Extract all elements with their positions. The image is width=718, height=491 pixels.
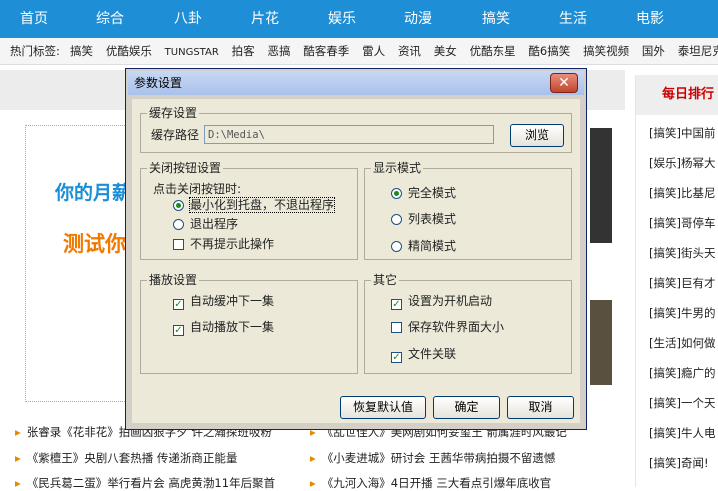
- auto-buffer-next-checkbox[interactable]: ✓ 自动缓冲下一集: [173, 293, 274, 310]
- ad-subline: 测试你: [63, 232, 126, 256]
- radio-icon: [391, 241, 402, 252]
- close-action-prompt: 点击关闭按钮时:: [153, 182, 242, 196]
- dialog-title: 参数设置: [134, 76, 183, 90]
- ranking-item[interactable]: [搞笑]街头天: [649, 243, 718, 263]
- ranking-item[interactable]: [娱乐]杨幂大: [649, 153, 718, 173]
- hot-tag[interactable]: 资讯: [398, 38, 421, 64]
- ok-button[interactable]: 确定: [433, 396, 500, 419]
- cache-path-input[interactable]: [204, 125, 494, 144]
- nav-item-anime[interactable]: 动漫: [404, 0, 432, 38]
- browse-button[interactable]: 浏览: [510, 124, 564, 147]
- bullet-arrow-icon: ▸: [15, 425, 21, 439]
- top-navigation: 首页 综合 八卦 片花 娱乐 动漫 搞笑 生活 电影: [0, 0, 718, 38]
- option-compact-mode[interactable]: 精简模式: [391, 238, 456, 254]
- cache-path-label: 缓存路径: [151, 128, 200, 142]
- hot-tags-bar: 热门标签: 搞笑 优酷娱乐 TUNGSTAR 拍客 恶搞 酷客春季 雷人 资讯 …: [0, 38, 718, 65]
- bullet-arrow-icon: ▸: [310, 451, 316, 465]
- hot-tag[interactable]: TUNGSTAR: [165, 40, 219, 64]
- ranking-item[interactable]: [搞笑]哥停车: [649, 213, 718, 233]
- daily-ranking-panel: 每日排行 [搞笑]中国前 [娱乐]杨幂大 [搞笑]比基尼 [搞笑]哥停车 [搞笑…: [635, 75, 718, 487]
- playback-settings-title: 播放设置: [147, 273, 200, 287]
- checkbox-checked-icon: ✓: [173, 325, 184, 336]
- ranking-item[interactable]: [搞笑]瘾广的: [649, 363, 718, 383]
- nav-item-movies[interactable]: 电影: [636, 0, 664, 38]
- save-window-size-checkbox[interactable]: 保存软件界面大小: [391, 319, 504, 335]
- hot-tag[interactable]: 美女: [434, 38, 457, 64]
- hot-tag[interactable]: 搞笑视频: [583, 38, 629, 64]
- ranking-item[interactable]: [搞笑]牛男的: [649, 303, 718, 323]
- ad-headline: 你的月薪: [55, 182, 132, 204]
- hot-tag[interactable]: 酷6搞笑: [528, 38, 570, 64]
- cancel-button[interactable]: 取消: [507, 396, 574, 419]
- option-full-mode[interactable]: 完全模式: [391, 185, 456, 201]
- news-item[interactable]: ▸ 《小麦进城》研讨会 王茜华带病拍摄不留遗憾: [310, 450, 555, 466]
- close-icon[interactable]: ✕: [550, 73, 578, 93]
- radio-selected-icon: [391, 188, 402, 199]
- nav-item-gossip[interactable]: 八卦: [174, 0, 202, 38]
- auto-play-next-checkbox[interactable]: ✓ 自动播放下一集: [173, 319, 274, 336]
- nav-item-funny[interactable]: 搞笑: [482, 0, 510, 38]
- file-association-checkbox[interactable]: ✓ 文件关联: [391, 346, 456, 363]
- bullet-arrow-icon: ▸: [310, 476, 316, 490]
- hot-tag[interactable]: 酷客春季: [303, 38, 349, 64]
- restore-defaults-button[interactable]: 恢复默认值: [340, 396, 426, 419]
- ranking-item[interactable]: [搞笑]牛人电: [649, 423, 718, 443]
- hot-tag[interactable]: 泰坦尼克: [678, 38, 718, 64]
- nav-item-trailers[interactable]: 片花: [251, 0, 279, 38]
- radio-icon: [173, 219, 184, 230]
- nav-item-life[interactable]: 生活: [559, 0, 587, 38]
- ranking-item[interactable]: [搞笑]奇闻!: [649, 453, 718, 473]
- close-button-settings-title: 关闭按钮设置: [147, 161, 224, 175]
- hot-tag[interactable]: 搞笑: [70, 38, 93, 64]
- radio-icon: [391, 214, 402, 225]
- checkbox-icon: [391, 322, 402, 333]
- dialog-titlebar[interactable]: 参数设置 ✕: [128, 71, 584, 95]
- ranking-item[interactable]: [搞笑]比基尼: [649, 183, 718, 203]
- hot-tags-label: 热门标签:: [10, 44, 60, 58]
- news-item[interactable]: ▸ 《紫檀王》央剧八套热播 传递浙商正能量: [15, 450, 237, 466]
- hot-tag[interactable]: 优酷娱乐: [106, 38, 152, 64]
- daily-ranking-title: 每日排行: [636, 75, 718, 115]
- nav-item-entertainment[interactable]: 娱乐: [328, 0, 356, 38]
- option-list-mode[interactable]: 列表模式: [391, 211, 456, 227]
- checkbox-checked-icon: ✓: [173, 299, 184, 310]
- hot-tag[interactable]: 恶搞: [267, 38, 290, 64]
- checkbox-checked-icon: ✓: [391, 299, 402, 310]
- checkbox-icon: [173, 239, 184, 250]
- news-item[interactable]: ▸ 《民兵葛二蛋》举行看片会 高虎黄渤11年后聚首: [15, 475, 275, 491]
- hot-tag[interactable]: 国外: [642, 38, 665, 64]
- ranking-item[interactable]: [搞笑]中国前: [649, 123, 718, 143]
- hot-tag[interactable]: 优酷东星: [470, 38, 516, 64]
- nav-item-home[interactable]: 首页: [20, 0, 48, 38]
- other-settings-title: 其它: [371, 273, 400, 287]
- hot-tag[interactable]: 拍客: [232, 38, 255, 64]
- option-minimize-to-tray[interactable]: 最小化到托盘，不退出程序: [173, 197, 336, 213]
- bullet-arrow-icon: ▸: [15, 476, 21, 490]
- settings-dialog: 参数设置 ✕ 缓存设置 缓存路径 浏览 关闭按钮设置 点击关闭按钮时: 最小化到…: [125, 68, 587, 430]
- radio-selected-icon: [173, 200, 184, 211]
- ranking-item[interactable]: [搞笑]一个天: [649, 393, 718, 413]
- dialog-body: 缓存设置 缓存路径 浏览 关闭按钮设置 点击关闭按钮时: 最小化到托盘，不退出程…: [132, 99, 580, 423]
- news-item[interactable]: ▸ 《九河入海》4日开播 三大看点引爆年底收官: [310, 475, 551, 491]
- thumbnail-image[interactable]: [590, 128, 612, 243]
- option-exit-program[interactable]: 退出程序: [173, 216, 238, 232]
- ranking-item[interactable]: [搞笑]巨有才: [649, 273, 718, 293]
- hot-tag[interactable]: 雷人: [362, 38, 385, 64]
- checkbox-checked-icon: ✓: [391, 352, 402, 363]
- launch-on-startup-checkbox[interactable]: ✓ 设置为开机启动: [391, 293, 492, 310]
- thumbnail-image[interactable]: [590, 300, 612, 385]
- bullet-arrow-icon: ▸: [15, 451, 21, 465]
- ranking-item[interactable]: [生活]如何做: [649, 333, 718, 353]
- dont-ask-again-checkbox[interactable]: 不再提示此操作: [173, 236, 274, 252]
- display-mode-title: 显示模式: [371, 161, 424, 175]
- nav-item-general[interactable]: 综合: [96, 0, 124, 38]
- cache-settings-title: 缓存设置: [147, 106, 200, 120]
